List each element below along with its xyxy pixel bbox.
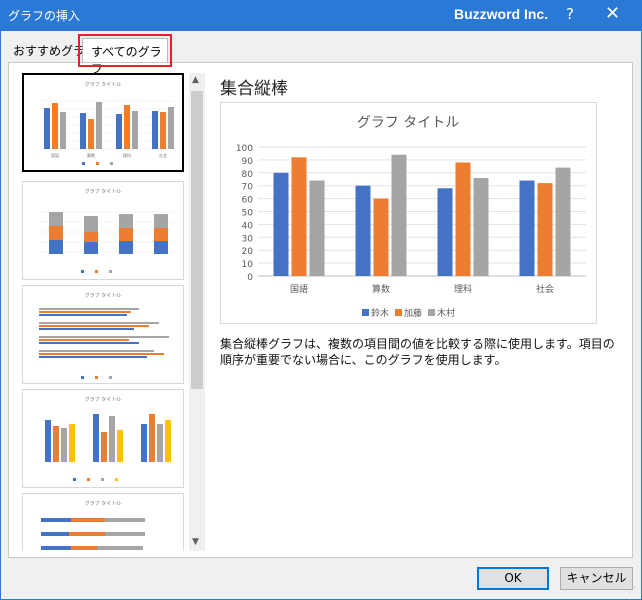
x-tick-label: 国語 (290, 283, 308, 295)
y-tick-label: 50 (242, 209, 254, 219)
scroll-thumb[interactable] (191, 91, 203, 389)
legend-swatch (395, 309, 402, 316)
x-tick-label: 算数 (372, 283, 390, 295)
preview-chart: グラフ タイトル 0102030405060708090100国語 算数 理科 社会 … (236, 115, 586, 319)
thumb-chart-icon (41, 518, 145, 550)
thumb-chart-icon (39, 308, 169, 379)
close-icon[interactable]: ✕ (605, 3, 620, 24)
y-tick-label: 40 (242, 221, 254, 231)
legend-label: 木村 (437, 307, 455, 319)
chart-title: グラフ タイトル (357, 115, 459, 131)
x-tick-label: 社会 (536, 283, 554, 295)
y-tick-label: 10 (242, 260, 254, 270)
window-title: グラフの挿入 (8, 9, 81, 23)
bar-社会-鈴木 (519, 180, 535, 276)
thumb-chart-icon (45, 414, 171, 481)
title-bar: グラフの挿入 Buzzword Inc. ? ✕ (0, 0, 642, 31)
y-tick-label: 100 (236, 144, 253, 154)
svg-text:社会: 社会 (159, 152, 167, 158)
help-button[interactable]: ? (566, 5, 574, 23)
thumb-stacked-column[interactable]: グラフ タイトル (22, 181, 184, 280)
thumb-stacked-bar[interactable]: グラフ タイトル (22, 493, 184, 551)
bar-理科-加藤 (455, 162, 471, 276)
legend-label: 鈴木 (371, 307, 389, 319)
bar-理科-鈴木 (437, 188, 453, 276)
thumb-clustered-column[interactable]: グラフ タイトル 国語 算数 理科 社会 (22, 73, 184, 172)
bar-算数-加藤 (373, 198, 389, 276)
scroll-down-icon[interactable]: ▼ (192, 537, 199, 547)
chart-description: 集合縦棒グラフは、複数の項目間の値を比較する際に使用します。項目の順序が重要でな… (220, 337, 615, 367)
y-tick-label: 60 (242, 196, 254, 206)
y-tick-label: 30 (242, 234, 254, 244)
highlight-box (78, 34, 172, 67)
svg-text:理科: 理科 (123, 152, 131, 158)
brand-label: Buzzword Inc. (454, 6, 549, 22)
cancel-button[interactable]: キャンセル (560, 567, 633, 590)
chart-preview: グラフ タイトル 0 10 20 30 40 50 60 70 80 90 100 国語 算数 理科 社会 … (220, 102, 597, 324)
x-tick-label: 理科 (454, 283, 472, 295)
bar-算数-鈴木 (355, 185, 371, 276)
thumbnail-list: グラフ タイトル 国語 算数 理科 社会 グラフ タイトル グラフ タイトル グ… (22, 73, 184, 551)
bar-国語-木村 (309, 180, 325, 276)
thumb-chart-icon (37, 211, 173, 273)
y-tick-label: 90 (242, 157, 254, 167)
y-tick-label: 20 (242, 247, 254, 257)
bar-社会-木村 (555, 167, 571, 276)
legend-label: 加藤 (404, 307, 422, 319)
svg-text:国語: 国語 (51, 152, 59, 158)
bar-理科-木村 (473, 177, 489, 276)
bar-国語-加藤 (291, 157, 307, 276)
bar-算数-木村 (391, 154, 407, 276)
svg-text:算数: 算数 (87, 152, 95, 158)
bar-社会-加藤 (537, 183, 553, 276)
thumb-clustered-column-4[interactable]: グラフ タイトル (22, 389, 184, 488)
ok-button[interactable]: OK (477, 567, 549, 590)
resize-grip-icon[interactable]: ⋰ (628, 585, 636, 594)
thumbnail-scrollbar[interactable]: ▲ ▼ (189, 73, 205, 551)
thumb-clustered-bar[interactable]: グラフ タイトル (22, 285, 184, 384)
y-tick-label: 0 (247, 273, 253, 283)
chart-type-name: 集合縦棒 (220, 79, 288, 99)
legend-swatch (362, 309, 369, 316)
y-tick-label: 70 (242, 183, 254, 193)
scroll-up-icon[interactable]: ▲ (192, 75, 199, 85)
y-tick-label: 80 (242, 170, 254, 180)
thumb-chart-icon: 国語 算数 理科 社会 (38, 100, 174, 165)
bar-国語-鈴木 (273, 172, 289, 276)
legend-swatch (428, 309, 435, 316)
